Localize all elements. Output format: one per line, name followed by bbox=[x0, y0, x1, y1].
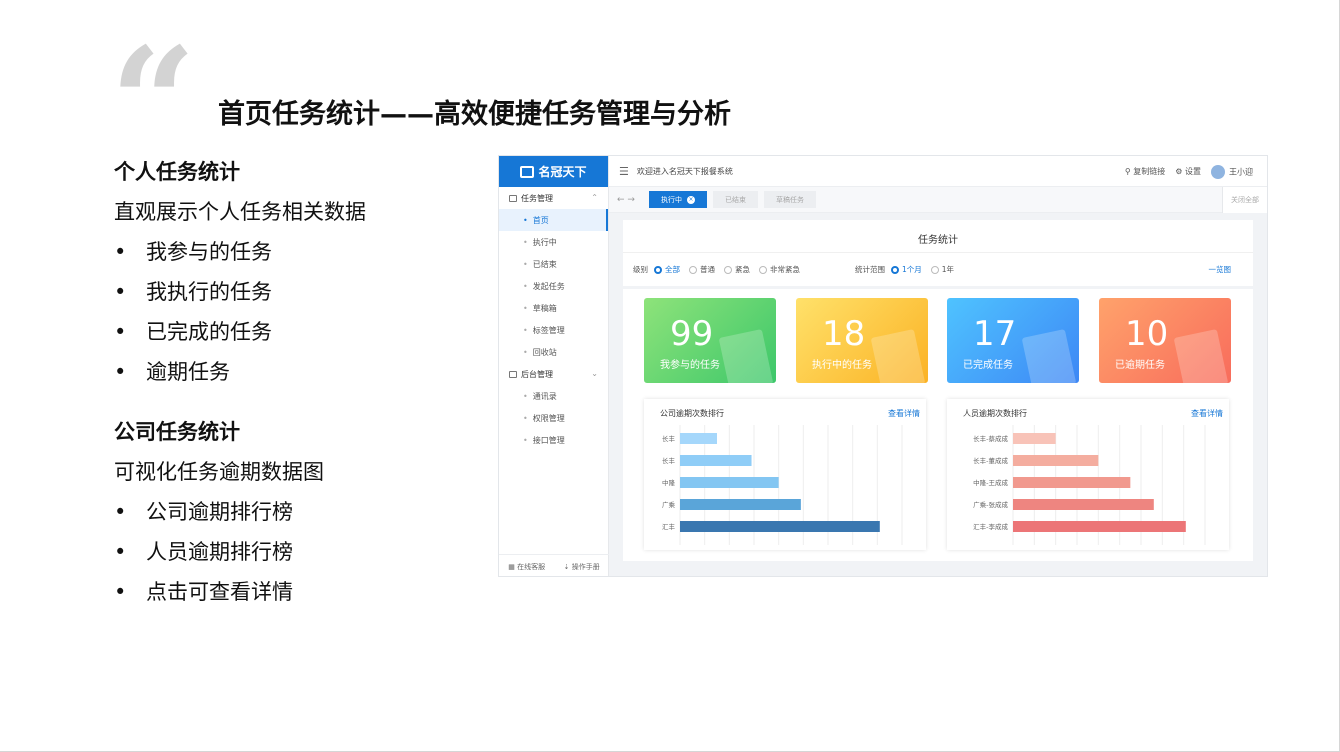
company-overdue-chart: 公司逾期次数排行 查看详情 0102030405060708090长丰长丰中隆广… bbox=[644, 399, 926, 550]
close-all-button[interactable]: 关闭全部 bbox=[1222, 187, 1267, 213]
bar[interactable] bbox=[1013, 477, 1131, 488]
chevron-up-icon: ⌃ bbox=[591, 193, 598, 202]
category-label: 长丰-蔡成成 bbox=[973, 434, 1008, 443]
bullet-item: • 人员逾期排行榜 bbox=[114, 540, 293, 564]
bullet-item: • 我执行的任务 bbox=[114, 280, 272, 304]
view-details-link[interactable]: 查看详情 bbox=[888, 408, 920, 419]
bar[interactable] bbox=[680, 455, 752, 466]
bar[interactable] bbox=[680, 433, 717, 444]
book-icon bbox=[718, 329, 774, 383]
bullet-item: • 公司逾期排行榜 bbox=[114, 500, 293, 524]
sidebar-item-finished[interactable]: • 已结束 bbox=[499, 253, 608, 275]
sidebar-item-create[interactable]: • 发起任务 bbox=[499, 275, 608, 297]
category-label: 中隆-王成成 bbox=[973, 478, 1008, 487]
range-radio-year[interactable]: 1年 bbox=[930, 264, 954, 275]
chevron-down-icon: ⌄ bbox=[591, 369, 598, 378]
close-icon[interactable]: × bbox=[686, 195, 695, 204]
category-label: 长丰 bbox=[662, 456, 676, 465]
sidebar-group-admin[interactable]: 后台管理 ⌄ bbox=[499, 363, 608, 385]
stat-card-running[interactable]: 18 执行中的任务 bbox=[796, 298, 928, 383]
stat-card-participated[interactable]: 99 我参与的任务 bbox=[644, 298, 776, 383]
tab-finished[interactable]: 已结束 bbox=[712, 191, 758, 208]
bar[interactable] bbox=[1013, 433, 1056, 444]
bullet-item: • 点击可查看详情 bbox=[114, 580, 293, 604]
level-radio-urgent[interactable]: 紧急 bbox=[724, 264, 750, 275]
company-bar-chart: 0102030405060708090长丰长丰中隆广乘汇丰 bbox=[662, 425, 903, 545]
sidebar-item-home[interactable]: • 首页 bbox=[499, 209, 608, 231]
category-label: 汇丰 bbox=[662, 522, 676, 531]
feature-list: 个人任务统计 直观展示个人任务相关数据 • 我参与的任务 • 我执行的任务 • 已完成… bbox=[114, 158, 484, 618]
sidebar: 名冠天下 任务管理 ⌃ • 首页 • 执行中 • 已结束 • 发起任务 • 草稿箱 • 标签管… bbox=[499, 156, 609, 576]
slide: “ 首页任务统计——高效便捷任务管理与分析 个人任务统计 直观展示个人任务相关数… bbox=[0, 0, 1340, 752]
list-icon bbox=[509, 194, 517, 202]
stat-card-completed[interactable]: 17 已完成任务 bbox=[947, 298, 1079, 383]
calendar-icon bbox=[1173, 329, 1229, 383]
tab-bar: ← → 执行中 × 已结束 草稿任务 关闭全部 bbox=[609, 187, 1267, 213]
app-logo[interactable]: 名冠天下 bbox=[499, 156, 608, 187]
section-desc: 可视化任务逾期数据图 bbox=[114, 460, 324, 484]
sidebar-item-trash[interactable]: • 回收站 bbox=[499, 341, 608, 363]
slide-title: 首页任务统计——高效便捷任务管理与分析 bbox=[218, 99, 731, 130]
filter-bar: 级别 全部 普通 紧急 非常紧急 统计范围 1个月 1年 一览图 bbox=[633, 264, 1232, 275]
sidebar-item-contacts[interactable]: • 通讯录 bbox=[499, 385, 608, 407]
hourglass-icon bbox=[870, 329, 926, 383]
category-label: 广乘 bbox=[662, 500, 676, 509]
avatar bbox=[1211, 164, 1225, 179]
manual-link[interactable]: ⇣ 操作手册 bbox=[564, 562, 600, 572]
category-label: 中隆 bbox=[662, 478, 676, 487]
level-radio-normal[interactable]: 普通 bbox=[689, 264, 715, 275]
admin-icon bbox=[509, 370, 517, 378]
user-menu[interactable]: 王小迎 bbox=[1211, 164, 1253, 179]
bar[interactable] bbox=[1013, 499, 1154, 510]
level-radio-very-urgent[interactable]: 非常紧急 bbox=[759, 264, 800, 275]
bullet-item: • 已完成的任务 bbox=[114, 320, 272, 344]
sidebar-item-drafts[interactable]: • 草稿箱 bbox=[499, 297, 608, 319]
view-details-link[interactable]: 查看详情 bbox=[1191, 408, 1223, 419]
overview-link[interactable]: 一览图 bbox=[1209, 264, 1232, 275]
clipboard-icon bbox=[1021, 329, 1077, 383]
sidebar-item-running[interactable]: • 执行中 bbox=[499, 231, 608, 253]
section-heading: 个人任务统计 bbox=[114, 160, 240, 184]
chart-title: 人员逾期次数排行 bbox=[963, 409, 1027, 418]
bar[interactable] bbox=[1013, 455, 1099, 466]
chart-title: 公司逾期次数排行 bbox=[660, 409, 724, 418]
category-label: 广乘-张成成 bbox=[973, 500, 1008, 509]
sidebar-footer: ▦ 在线客服 ⇣ 操作手册 bbox=[499, 554, 609, 576]
sidebar-group-task[interactable]: 任务管理 ⌃ bbox=[499, 187, 608, 209]
stats-panel: 任务统计 级别 全部 普通 紧急 非常紧急 统计范围 1个月 1年 一览图 bbox=[623, 220, 1253, 286]
level-radio-all[interactable]: 全部 bbox=[654, 264, 680, 275]
logo-icon bbox=[520, 165, 535, 178]
sidebar-item-tags[interactable]: • 标签管理 bbox=[499, 319, 608, 341]
top-bar: ☰ 欢迎进入名冠天下报餐系统 ⚲ 复制链接 ⚙ 设置 王小迎 bbox=[609, 156, 1267, 187]
dashboard-main: 99 我参与的任务 18 执行中的任务 17 已完成任务 10 已逾期任务 公司… bbox=[623, 289, 1253, 561]
sidebar-item-permissions[interactable]: • 权限管理 bbox=[499, 407, 608, 429]
panel-title: 任务统计 bbox=[623, 220, 1253, 253]
stat-card-overdue[interactable]: 10 已逾期任务 bbox=[1099, 298, 1231, 383]
section-desc: 直观展示个人任务相关数据 bbox=[114, 200, 366, 224]
category-label: 长丰 bbox=[662, 434, 676, 443]
range-radio-month[interactable]: 1个月 bbox=[891, 264, 922, 275]
tab-running[interactable]: 执行中 × bbox=[648, 191, 707, 208]
section-heading: 公司任务统计 bbox=[114, 420, 240, 444]
bar[interactable] bbox=[1013, 521, 1186, 532]
bullet-item: • 我参与的任务 bbox=[114, 240, 272, 264]
category-label: 汇丰-李成成 bbox=[973, 522, 1008, 531]
copy-link-button[interactable]: ⚲ 复制链接 bbox=[1125, 166, 1165, 177]
quote-mark-icon: “ bbox=[110, 15, 197, 191]
settings-button[interactable]: ⚙ 设置 bbox=[1175, 166, 1201, 177]
menu-icon[interactable]: ☰ bbox=[619, 165, 629, 178]
sidebar-item-api[interactable]: • 接口管理 bbox=[499, 429, 608, 451]
person-overdue-chart: 人员逾期次数排行 查看详情 0102030405060708090长丰-蔡成成长… bbox=[947, 399, 1229, 550]
tab-drafts[interactable]: 草稿任务 bbox=[763, 191, 816, 208]
bar[interactable] bbox=[680, 521, 880, 532]
nav-arrows-icon[interactable]: ← → bbox=[617, 195, 635, 205]
bullet-item: • 逾期任务 bbox=[114, 360, 230, 384]
person-bar-chart: 0102030405060708090长丰-蔡成成长丰-董成成中隆-王成成广乘-… bbox=[973, 425, 1206, 545]
category-label: 长丰-董成成 bbox=[973, 456, 1008, 465]
support-link[interactable]: ▦ 在线客服 bbox=[508, 562, 545, 572]
bar[interactable] bbox=[680, 477, 779, 488]
bar[interactable] bbox=[680, 499, 801, 510]
welcome-text: 欢迎进入名冠天下报餐系统 bbox=[636, 166, 733, 176]
app-screenshot: 名冠天下 任务管理 ⌃ • 首页 • 执行中 • 已结束 • 发起任务 • 草稿箱 • 标签管… bbox=[498, 155, 1268, 577]
